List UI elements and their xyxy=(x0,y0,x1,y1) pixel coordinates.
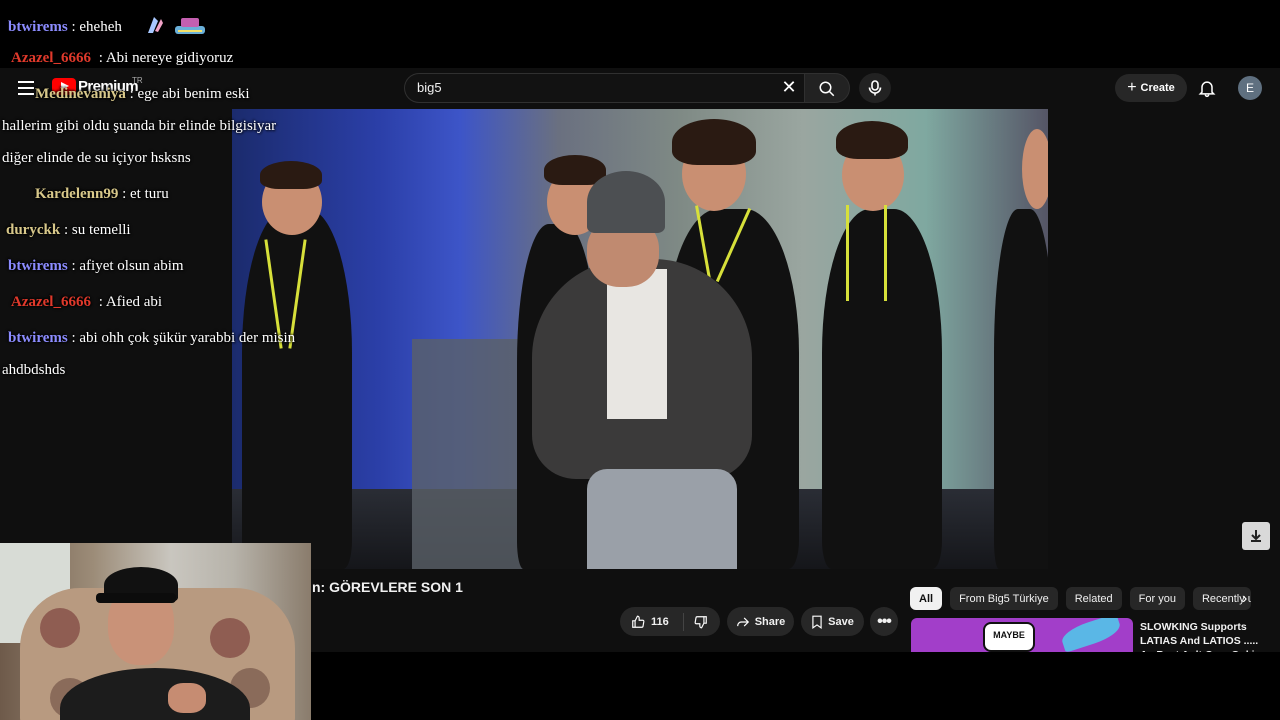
voice-search-button[interactable] xyxy=(859,73,891,103)
menu-icon[interactable] xyxy=(18,81,34,95)
search-input[interactable] xyxy=(404,73,804,103)
chat-text: : et turu xyxy=(122,186,169,202)
chat-text: diğer elinde de su içiyor hsksns xyxy=(2,150,191,166)
share-button[interactable]: Share xyxy=(727,607,794,636)
like-button[interactable]: 116 xyxy=(620,612,684,631)
share-icon xyxy=(736,617,749,626)
chat-text: : afiyet olsun abim xyxy=(71,258,184,274)
chat-message: duryckk : su temelli xyxy=(6,222,131,239)
video-person xyxy=(994,209,1048,569)
share-label: Share xyxy=(754,615,786,628)
chat-username: btwirems xyxy=(8,258,68,274)
video-person xyxy=(242,209,352,569)
chat-message: Medinevaniya : ege abi benim eski xyxy=(35,86,250,103)
chat-username: btwirems xyxy=(8,18,68,35)
chat-text: : Afied abi xyxy=(98,294,163,310)
chat-message: Kardelenn99 : et turu xyxy=(35,186,169,203)
chat-text: : Abi nereye gidiyoruz xyxy=(98,50,234,66)
chip-from-channel[interactable]: From Big5 Türkiye xyxy=(950,587,1058,610)
like-dislike-group: 116 xyxy=(620,607,720,636)
like-count: 116 xyxy=(651,615,669,628)
video-person-hair xyxy=(260,161,322,189)
chat-text: : abi ohh çok şükür yarabbi der misin xyxy=(71,330,296,346)
logo-region: TR xyxy=(132,76,143,85)
chat-message: btwirems : afiyet olsun abim xyxy=(8,258,184,275)
chat-username: btwirems xyxy=(8,330,68,346)
video-main-person-beanie xyxy=(587,171,665,233)
chat-text: : eheheh xyxy=(71,18,122,35)
chat-username: Azazel_6666 xyxy=(11,50,91,66)
thumbnail-art xyxy=(1059,618,1123,652)
webcam-cap-brim xyxy=(96,593,176,603)
microphone-icon xyxy=(868,80,882,96)
search-button[interactable] xyxy=(804,73,850,103)
more-actions-button[interactable]: ••• xyxy=(870,607,898,636)
video-lanyard xyxy=(846,205,849,301)
chat-text: : ege abi benim eski xyxy=(129,86,250,102)
thumbs-up-icon xyxy=(632,615,645,628)
create-button[interactable]: + Create xyxy=(1115,74,1187,102)
chat-username: Kardelenn99 xyxy=(35,186,119,202)
chevron-right-icon[interactable]: › xyxy=(1242,590,1247,608)
chat-text: hallerim gibi oldu şuanda bir elinde bil… xyxy=(2,118,277,134)
chat-text: : su temelli xyxy=(63,222,131,238)
chip-for-you[interactable]: For you xyxy=(1129,587,1185,610)
emote-icon xyxy=(173,14,207,41)
video-player[interactable] xyxy=(232,109,1048,569)
video-person-hair xyxy=(836,121,908,159)
chat-message: btwirems : abi ohh çok şükür yarabbi der… xyxy=(8,330,295,347)
filter-chips: All From Big5 Türkiye Related For you Re… xyxy=(910,587,1251,610)
chat-message: btwirems : eheheh xyxy=(8,14,207,41)
video-person-hair xyxy=(672,119,756,165)
video-main-person-pants xyxy=(587,469,737,569)
save-button[interactable]: Save xyxy=(801,607,864,636)
chip-related[interactable]: Related xyxy=(1065,587,1122,610)
create-label: Create xyxy=(1140,82,1175,94)
chat-text: ahdbdshds xyxy=(2,362,66,378)
chat-message: Azazel_6666 : Afied abi xyxy=(11,294,162,311)
video-panel xyxy=(412,339,532,569)
clear-search-icon[interactable]: ✕ xyxy=(780,78,798,96)
search-value: big5 xyxy=(417,80,442,95)
chat-username: Azazel_6666 xyxy=(11,294,91,310)
streamer-webcam xyxy=(0,543,311,720)
side-panel-button[interactable] xyxy=(1242,522,1270,550)
chat-message-continued: hallerim gibi oldu şuanda bir elinde bil… xyxy=(2,118,276,135)
search-icon xyxy=(819,81,835,97)
recommendation-title[interactable]: SLOWKING Supports LATIAS And LATIOS ....… xyxy=(1140,620,1270,652)
webcam-streamer-hand xyxy=(168,683,206,713)
video-person xyxy=(822,209,942,569)
more-icon: ••• xyxy=(877,612,892,630)
chat-message-continued: diğer elinde de su içiyor hsksns xyxy=(2,150,191,167)
chip-all[interactable]: All xyxy=(910,587,943,610)
video-lanyard xyxy=(884,205,887,301)
thumbs-down-icon xyxy=(694,615,707,628)
chat-username: duryckk xyxy=(6,222,61,238)
chat-username: Medinevaniya xyxy=(35,86,126,102)
chat-message-continued: ahdbdshds xyxy=(2,362,65,379)
recommendation-thumbnail[interactable]: MAYBE xyxy=(911,618,1133,652)
video-main-person-shirt xyxy=(607,269,667,419)
bookmark-icon xyxy=(812,615,822,629)
video-title: n: GÖREVLERE SON 1 xyxy=(312,579,463,595)
download-icon xyxy=(1251,530,1261,542)
thumbnail-text: MAYBE xyxy=(983,622,1035,652)
emote-icon xyxy=(144,15,166,40)
notifications-bell-icon[interactable] xyxy=(1197,78,1217,98)
video-person-head xyxy=(1022,129,1048,209)
chat-message: Azazel_6666 : Abi nereye gidiyoruz xyxy=(11,50,233,67)
account-avatar[interactable]: E xyxy=(1238,76,1262,100)
dislike-button[interactable] xyxy=(684,615,708,629)
save-label: Save xyxy=(828,615,854,628)
plus-icon: + xyxy=(1127,79,1137,96)
